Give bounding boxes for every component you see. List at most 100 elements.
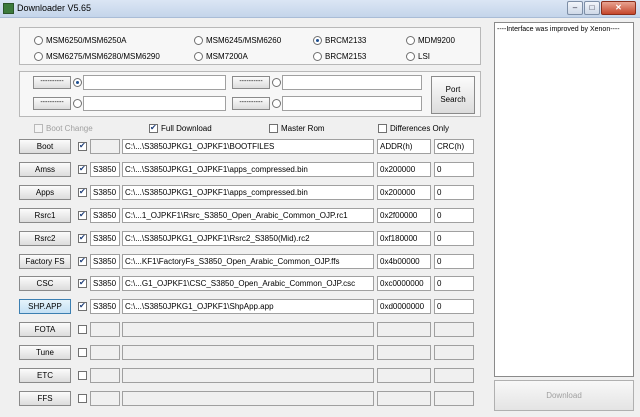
address-field[interactable]: 0x200000 bbox=[377, 185, 431, 200]
port-slot-button[interactable]: ---------- bbox=[33, 97, 71, 110]
model-cell: S3850 bbox=[90, 185, 120, 200]
model-radio[interactable] bbox=[194, 36, 203, 45]
file-path-field[interactable]: C:\...\S3850JPKG1_OJPKF1\ShpApp.app bbox=[122, 299, 374, 314]
port-slot-button[interactable]: ---------- bbox=[232, 97, 270, 110]
file-enable-checkbox[interactable] bbox=[78, 301, 87, 311]
crc-field[interactable]: 0 bbox=[434, 254, 474, 269]
crc-field[interactable]: 0 bbox=[434, 299, 474, 314]
crc-field[interactable]: CRC(h) bbox=[434, 139, 474, 154]
file-path-field[interactable]: C:\...G1_OJPKF1\CSC_S3850_Open_Arabic_Co… bbox=[122, 276, 374, 291]
file-path-field[interactable]: C:\...KF1\FactoryFs_S3850_Open_Arabic_Co… bbox=[122, 254, 374, 269]
file-path-field[interactable] bbox=[122, 368, 374, 383]
file-button-csc[interactable]: CSC bbox=[19, 276, 71, 291]
file-enable-checkbox[interactable] bbox=[78, 187, 87, 197]
model-radio-label: MSM6250/MSM6250A bbox=[46, 36, 127, 45]
port-radio[interactable] bbox=[272, 99, 281, 108]
maximize-button[interactable]: □ bbox=[584, 1, 600, 15]
file-button-apps[interactable]: Apps bbox=[19, 185, 71, 200]
file-path-field[interactable]: C:\...\S3850JPKG1_OJPKF1\Rsrc2_S3850(Mid… bbox=[122, 231, 374, 246]
model-cell: S3850 bbox=[90, 276, 120, 291]
file-button-ffs[interactable]: FFS bbox=[19, 391, 71, 406]
file-button-boot[interactable]: Boot bbox=[19, 139, 71, 154]
address-field[interactable]: 0xc0000000 bbox=[377, 276, 431, 291]
model-radio-label: MSM6245/MSM6260 bbox=[206, 36, 282, 45]
crc-field[interactable]: 0 bbox=[434, 276, 474, 291]
master-rom-label: Master Rom bbox=[281, 124, 325, 133]
model-cell bbox=[90, 322, 120, 337]
model-radio[interactable] bbox=[406, 52, 415, 61]
file-enable-checkbox[interactable] bbox=[78, 348, 87, 357]
address-field[interactable] bbox=[377, 322, 431, 337]
window-title: Downloader V5.65 bbox=[17, 3, 92, 13]
model-radio[interactable] bbox=[313, 36, 322, 45]
boot-change-checkbox[interactable] bbox=[34, 124, 43, 133]
file-button-rsrc2[interactable]: Rsrc2 bbox=[19, 231, 71, 246]
crc-field[interactable] bbox=[434, 345, 474, 360]
master-rom-checkbox[interactable] bbox=[269, 124, 278, 133]
file-path-field[interactable] bbox=[122, 391, 374, 406]
file-enable-checkbox[interactable] bbox=[78, 394, 87, 403]
boot-change-label: Boot Change bbox=[46, 124, 93, 133]
address-field[interactable] bbox=[377, 368, 431, 383]
address-field[interactable]: ADDR(h) bbox=[377, 139, 431, 154]
file-enable-checkbox[interactable] bbox=[78, 210, 87, 220]
port-status-field bbox=[282, 96, 422, 111]
file-enable-checkbox[interactable] bbox=[78, 141, 87, 151]
file-path-field[interactable] bbox=[122, 345, 374, 360]
file-button-etc[interactable]: ETC bbox=[19, 368, 71, 383]
model-radio[interactable] bbox=[406, 36, 415, 45]
file-button-fota[interactable]: FOTA bbox=[19, 322, 71, 337]
address-field[interactable] bbox=[377, 391, 431, 406]
crc-field[interactable]: 0 bbox=[434, 208, 474, 223]
address-field[interactable]: 0x4b00000 bbox=[377, 254, 431, 269]
file-path-field[interactable]: C:\...\S3850JPKG1_OJPKF1\apps_compressed… bbox=[122, 162, 374, 177]
model-radio-label: MSM7200A bbox=[206, 52, 248, 61]
file-enable-checkbox[interactable] bbox=[78, 371, 87, 380]
port-slot-button[interactable]: ---------- bbox=[232, 76, 270, 89]
crc-field[interactable]: 0 bbox=[434, 231, 474, 246]
file-button-amss[interactable]: Amss bbox=[19, 162, 71, 177]
port-slot-button[interactable]: ---------- bbox=[33, 76, 71, 89]
model-radio[interactable] bbox=[34, 52, 43, 61]
crc-field[interactable]: 0 bbox=[434, 185, 474, 200]
crc-field[interactable]: 0 bbox=[434, 162, 474, 177]
file-path-field[interactable] bbox=[122, 322, 374, 337]
differences-only-checkbox[interactable] bbox=[378, 124, 387, 133]
address-field[interactable]: 0xf180000 bbox=[377, 231, 431, 246]
file-button-factory-fs[interactable]: Factory FS bbox=[19, 254, 71, 269]
file-path-field[interactable]: C:\...1_OJPKF1\Rsrc_S3850_Open_Arabic_Co… bbox=[122, 208, 374, 223]
address-field[interactable]: 0xd0000000 bbox=[377, 299, 431, 314]
model-cell: S3850 bbox=[90, 208, 120, 223]
file-button-rsrc1[interactable]: Rsrc1 bbox=[19, 208, 71, 223]
port-radio[interactable] bbox=[73, 99, 82, 108]
port-radio[interactable] bbox=[272, 78, 281, 87]
file-enable-checkbox[interactable] bbox=[78, 325, 87, 334]
title-bar: Downloader V5.65 – □ ✕ bbox=[0, 0, 640, 18]
model-radio[interactable] bbox=[34, 36, 43, 45]
close-button[interactable]: ✕ bbox=[601, 1, 636, 15]
file-path-field[interactable]: C:\...\S3850JPKG1_OJPKF1\apps_compressed… bbox=[122, 185, 374, 200]
port-search-button[interactable]: Port Search bbox=[431, 76, 475, 114]
port-radio[interactable] bbox=[73, 78, 82, 87]
address-field[interactable]: 0x200000 bbox=[377, 162, 431, 177]
file-enable-checkbox[interactable] bbox=[78, 256, 87, 266]
crc-field[interactable] bbox=[434, 368, 474, 383]
model-radio-label: BRCM2133 bbox=[325, 36, 367, 45]
download-button[interactable]: Download bbox=[494, 380, 634, 411]
full-download-checkbox[interactable] bbox=[149, 123, 158, 133]
file-button-tune[interactable]: Tune bbox=[19, 345, 71, 360]
minimize-button[interactable]: – bbox=[567, 1, 583, 15]
model-cell bbox=[90, 368, 120, 383]
address-field[interactable]: 0x2f00000 bbox=[377, 208, 431, 223]
file-enable-checkbox[interactable] bbox=[78, 233, 87, 243]
model-radio[interactable] bbox=[194, 52, 203, 61]
log-output[interactable]: ----Interface was improved by Xenon---- bbox=[494, 22, 634, 377]
file-enable-checkbox[interactable] bbox=[78, 164, 87, 174]
crc-field[interactable] bbox=[434, 322, 474, 337]
model-radio[interactable] bbox=[313, 52, 322, 61]
address-field[interactable] bbox=[377, 345, 431, 360]
file-button-shp-app[interactable]: SHP.APP bbox=[19, 299, 71, 314]
file-path-field[interactable]: C:\...\S3850JPKG1_OJPKF1\BOOTFILES bbox=[122, 139, 374, 154]
crc-field[interactable] bbox=[434, 391, 474, 406]
file-enable-checkbox[interactable] bbox=[78, 278, 87, 288]
